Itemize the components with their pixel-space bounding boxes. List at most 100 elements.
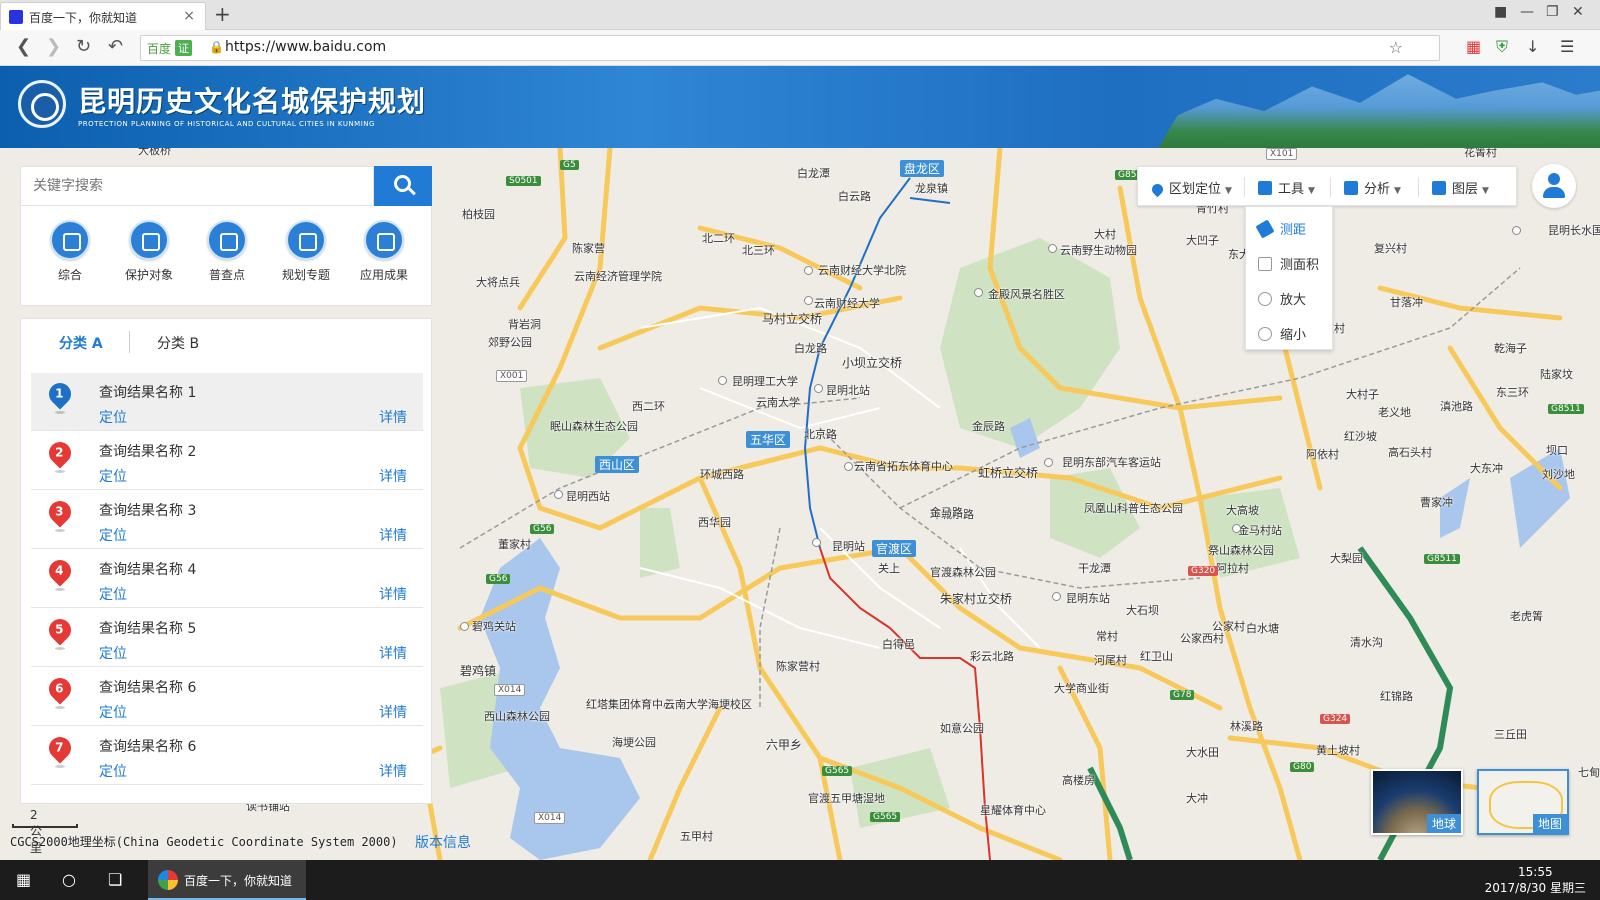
result-name: 查询结果名称 5	[99, 621, 197, 637]
taskbar-browser-app[interactable]: 百度一下，你就知道	[148, 860, 306, 900]
map-view-button[interactable]: 地图	[1477, 769, 1569, 835]
highway-shield: G324	[1320, 714, 1351, 724]
menu-icon[interactable]: ☰	[1560, 37, 1574, 56]
system-clock[interactable]: 15:55 2017/8/30 星期三	[1485, 864, 1586, 896]
menu-item-measure-area[interactable]: 测面积	[1258, 254, 1319, 273]
detail-link[interactable]: 详情	[379, 466, 407, 486]
menu-item-zoom-in[interactable]: 放大	[1258, 289, 1306, 308]
map-place-label: 凤凰山科普生态公园	[1084, 502, 1183, 515]
metro-station-icon[interactable]	[1232, 524, 1241, 533]
menu-item-measure-distance[interactable]: 测距	[1255, 219, 1306, 239]
back-icon[interactable]: ❮	[16, 36, 31, 57]
windows-start-icon[interactable]: ▦	[16, 870, 31, 889]
metro-station-icon[interactable]	[554, 490, 563, 499]
category-results[interactable]: 应用成果	[344, 220, 424, 283]
category-comprehensive[interactable]: 综合	[30, 220, 110, 283]
download-icon[interactable]: ↓	[1526, 37, 1539, 56]
category-planning-topics[interactable]: 规划专题	[266, 220, 346, 283]
search-input[interactable]	[21, 167, 373, 205]
task-view-icon[interactable]: ❏	[108, 870, 122, 889]
detail-link[interactable]: 详情	[379, 525, 407, 545]
poi-marker-icon[interactable]	[804, 296, 813, 305]
locate-link[interactable]: 定位	[99, 584, 127, 604]
map-place-label: 金辰路	[972, 420, 1005, 433]
result-item[interactable]: 5 查询结果名称 5 定位 详情	[31, 609, 423, 667]
result-name: 查询结果名称 2	[99, 444, 197, 460]
result-item[interactable]: 2 查询结果名称 2 定位 详情	[31, 432, 423, 490]
undo-icon[interactable]: ↶	[108, 36, 123, 57]
result-item[interactable]: 7 查询结果名称 6 定位 详情	[31, 727, 423, 785]
metro-station-icon[interactable]	[1052, 592, 1061, 601]
cert-badge[interactable]: 证	[175, 40, 192, 56]
restore-icon[interactable]: ❐	[1546, 4, 1559, 20]
poi-marker-icon[interactable]	[1044, 458, 1053, 467]
metro-station-icon[interactable]	[814, 384, 823, 393]
search-button[interactable]	[374, 166, 432, 206]
earth-view-button[interactable]: 地球	[1371, 769, 1463, 835]
reload-icon[interactable]: ↻	[76, 36, 91, 57]
cortana-search-icon[interactable]: ○	[62, 870, 76, 889]
detail-link[interactable]: 详情	[379, 643, 407, 663]
tools-dropdown[interactable]: 工具 ▼	[1258, 178, 1315, 197]
tab-category-a[interactable]: 分类 A	[59, 333, 103, 353]
road-label: 北京路	[804, 428, 837, 441]
area-icon	[1258, 257, 1272, 271]
version-info-link[interactable]: 版本信息	[415, 832, 471, 852]
tab-close-icon[interactable]: ×	[183, 8, 195, 24]
browser-tab-bar: 百度一下，你就知道 × + ■ — ❐ ✕	[0, 0, 1600, 30]
skin-icon[interactable]: ■	[1494, 4, 1507, 20]
detail-link[interactable]: 详情	[379, 584, 407, 604]
result-item[interactable]: 6 查询结果名称 6 定位 详情	[31, 668, 423, 726]
bookmark-star-icon[interactable]: ☆	[1389, 38, 1403, 57]
airport-icon[interactable]	[1512, 226, 1521, 235]
locate-link[interactable]: 定位	[99, 525, 127, 545]
detail-link[interactable]: 详情	[379, 702, 407, 722]
forward-icon[interactable]: ❯	[46, 36, 61, 57]
map-place-label: 大冲	[1186, 792, 1208, 805]
tab-category-b[interactable]: 分类 B	[157, 333, 199, 353]
category-protected-objects[interactable]: 保护对象	[109, 220, 189, 283]
district-label[interactable]: 官渡区	[872, 540, 917, 557]
window-close-icon[interactable]: ✕	[1572, 4, 1584, 20]
map-place-label: 大凹子	[1186, 234, 1219, 247]
location-pin-icon	[1149, 181, 1166, 198]
locate-link[interactable]: 定位	[99, 643, 127, 663]
poi-marker-icon[interactable]	[974, 288, 983, 297]
chevron-down-icon: ▼	[1225, 186, 1232, 196]
result-item[interactable]: 4 查询结果名称 4 定位 详情	[31, 550, 423, 608]
result-item[interactable]: 3 查询结果名称 3 定位 详情	[31, 491, 423, 549]
category-survey-points[interactable]: 普查点	[187, 220, 267, 283]
locate-link[interactable]: 定位	[99, 702, 127, 722]
shield-icon	[129, 220, 169, 260]
detail-link[interactable]: 详情	[379, 761, 407, 781]
metro-station-icon[interactable]	[812, 538, 821, 547]
menu-item-zoom-out[interactable]: 缩小	[1258, 324, 1306, 343]
url-text[interactable]: https://www.baidu.com	[225, 39, 386, 55]
district-label[interactable]: 盘龙区	[900, 160, 945, 177]
locate-link[interactable]: 定位	[99, 407, 127, 427]
district-label[interactable]: 五华区	[746, 431, 791, 448]
poi-marker-icon[interactable]	[804, 266, 813, 275]
map-place-label: 金马村站	[1238, 524, 1282, 537]
locate-link[interactable]: 定位	[99, 761, 127, 781]
apps-icon[interactable]: ▦	[1466, 37, 1481, 56]
detail-link[interactable]: 详情	[379, 407, 407, 427]
new-tab-icon[interactable]: +	[214, 2, 231, 26]
minimize-icon[interactable]: —	[1520, 4, 1534, 20]
shield-icon[interactable]: ⛨	[1496, 37, 1508, 57]
map-place-label: 甘落冲	[1390, 296, 1423, 309]
layers-dropdown[interactable]: 图层 ▼	[1432, 178, 1489, 197]
locate-link[interactable]: 定位	[99, 466, 127, 486]
search-box	[20, 166, 374, 206]
browser-tab[interactable]: 百度一下，你就知道 ×	[0, 2, 206, 30]
result-item[interactable]: 1 查询结果名称 1 定位 详情	[31, 373, 423, 431]
district-label[interactable]: 西山区	[595, 456, 640, 473]
poi-marker-icon[interactable]	[1048, 244, 1057, 253]
analysis-dropdown[interactable]: 分析 ▼	[1344, 178, 1401, 197]
url-bar[interactable]: 百度 证 🔒 https://www.baidu.com ☆	[140, 35, 1440, 61]
region-locate-dropdown[interactable]: 区划定位 ▼	[1149, 178, 1232, 198]
metro-station-icon[interactable]	[460, 622, 469, 631]
poi-marker-icon[interactable]	[844, 462, 853, 471]
user-avatar-button[interactable]	[1532, 164, 1576, 208]
poi-marker-icon[interactable]	[718, 376, 727, 385]
